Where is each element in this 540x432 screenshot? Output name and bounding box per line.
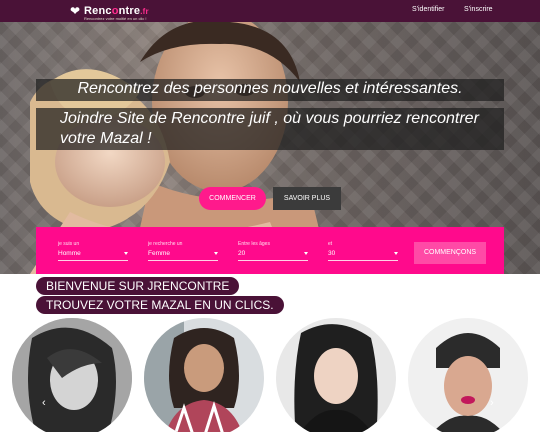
seeking-select[interactable]: je recherche un Femme xyxy=(148,241,218,261)
age-min-select[interactable]: Entre les âges 20 xyxy=(238,241,308,261)
age-min-select-value: 20 xyxy=(238,250,246,257)
learn-more-button[interactable]: SAVOIR PLUS xyxy=(273,187,341,210)
chevron-down-icon xyxy=(304,252,308,255)
top-nav-bar: ❤ Rencontre.fr Rencontrez votre moitié e… xyxy=(0,0,540,22)
site-logo[interactable]: ❤ Rencontre.fr Rencontrez votre moitié e… xyxy=(70,3,149,21)
gender-select-value: Homme xyxy=(58,250,81,257)
carousel-next-arrow[interactable]: › xyxy=(490,397,494,409)
profile-photo xyxy=(408,318,528,432)
profile-photo xyxy=(144,318,264,432)
age-max-select-label: et xyxy=(328,241,333,247)
carousel-prev-arrow[interactable]: ‹ xyxy=(42,397,46,409)
welcome-subtitle: TROUVEZ VOTRE MAZAL EN UN CLICS. xyxy=(36,296,284,314)
age-max-select-value: 30 xyxy=(328,250,336,257)
seeking-select-value: Femme xyxy=(148,250,171,257)
hero-headline-secondary: Joindre Site de Rencontre juif , où vous… xyxy=(36,108,504,150)
chevron-down-icon xyxy=(214,252,218,255)
login-link[interactable]: S'identifier xyxy=(412,6,444,13)
profile-card[interactable] xyxy=(12,318,132,432)
search-submit-button[interactable]: COMMENÇONS xyxy=(414,242,486,264)
chevron-down-icon xyxy=(124,252,128,255)
chevron-down-icon xyxy=(394,252,398,255)
start-button[interactable]: COMMENCER xyxy=(199,187,266,210)
welcome-title: BIENVENUE SUR JRENCONTRE xyxy=(36,277,240,295)
age-max-select[interactable]: et 30 xyxy=(328,241,398,261)
profile-card[interactable] xyxy=(276,318,396,432)
heart-icon: ❤ xyxy=(70,4,81,18)
search-form: je suis un Homme je recherche un Femme E… xyxy=(36,227,504,274)
profile-photo xyxy=(12,318,132,432)
gender-select[interactable]: je suis un Homme xyxy=(58,241,128,261)
profile-photo xyxy=(276,318,396,432)
logo-tagline: Rencontrez votre moitié en un clic ! xyxy=(84,16,147,21)
profile-card[interactable] xyxy=(144,318,264,432)
hero-headline-primary: Rencontrez des personnes nouvelles et in… xyxy=(36,79,504,101)
profile-card[interactable] xyxy=(408,318,528,432)
seeking-select-label: je recherche un xyxy=(148,241,183,247)
gender-select-label: je suis un xyxy=(58,241,80,247)
signup-link[interactable]: S'inscrire xyxy=(464,6,493,13)
age-min-select-label: Entre les âges xyxy=(238,241,270,247)
